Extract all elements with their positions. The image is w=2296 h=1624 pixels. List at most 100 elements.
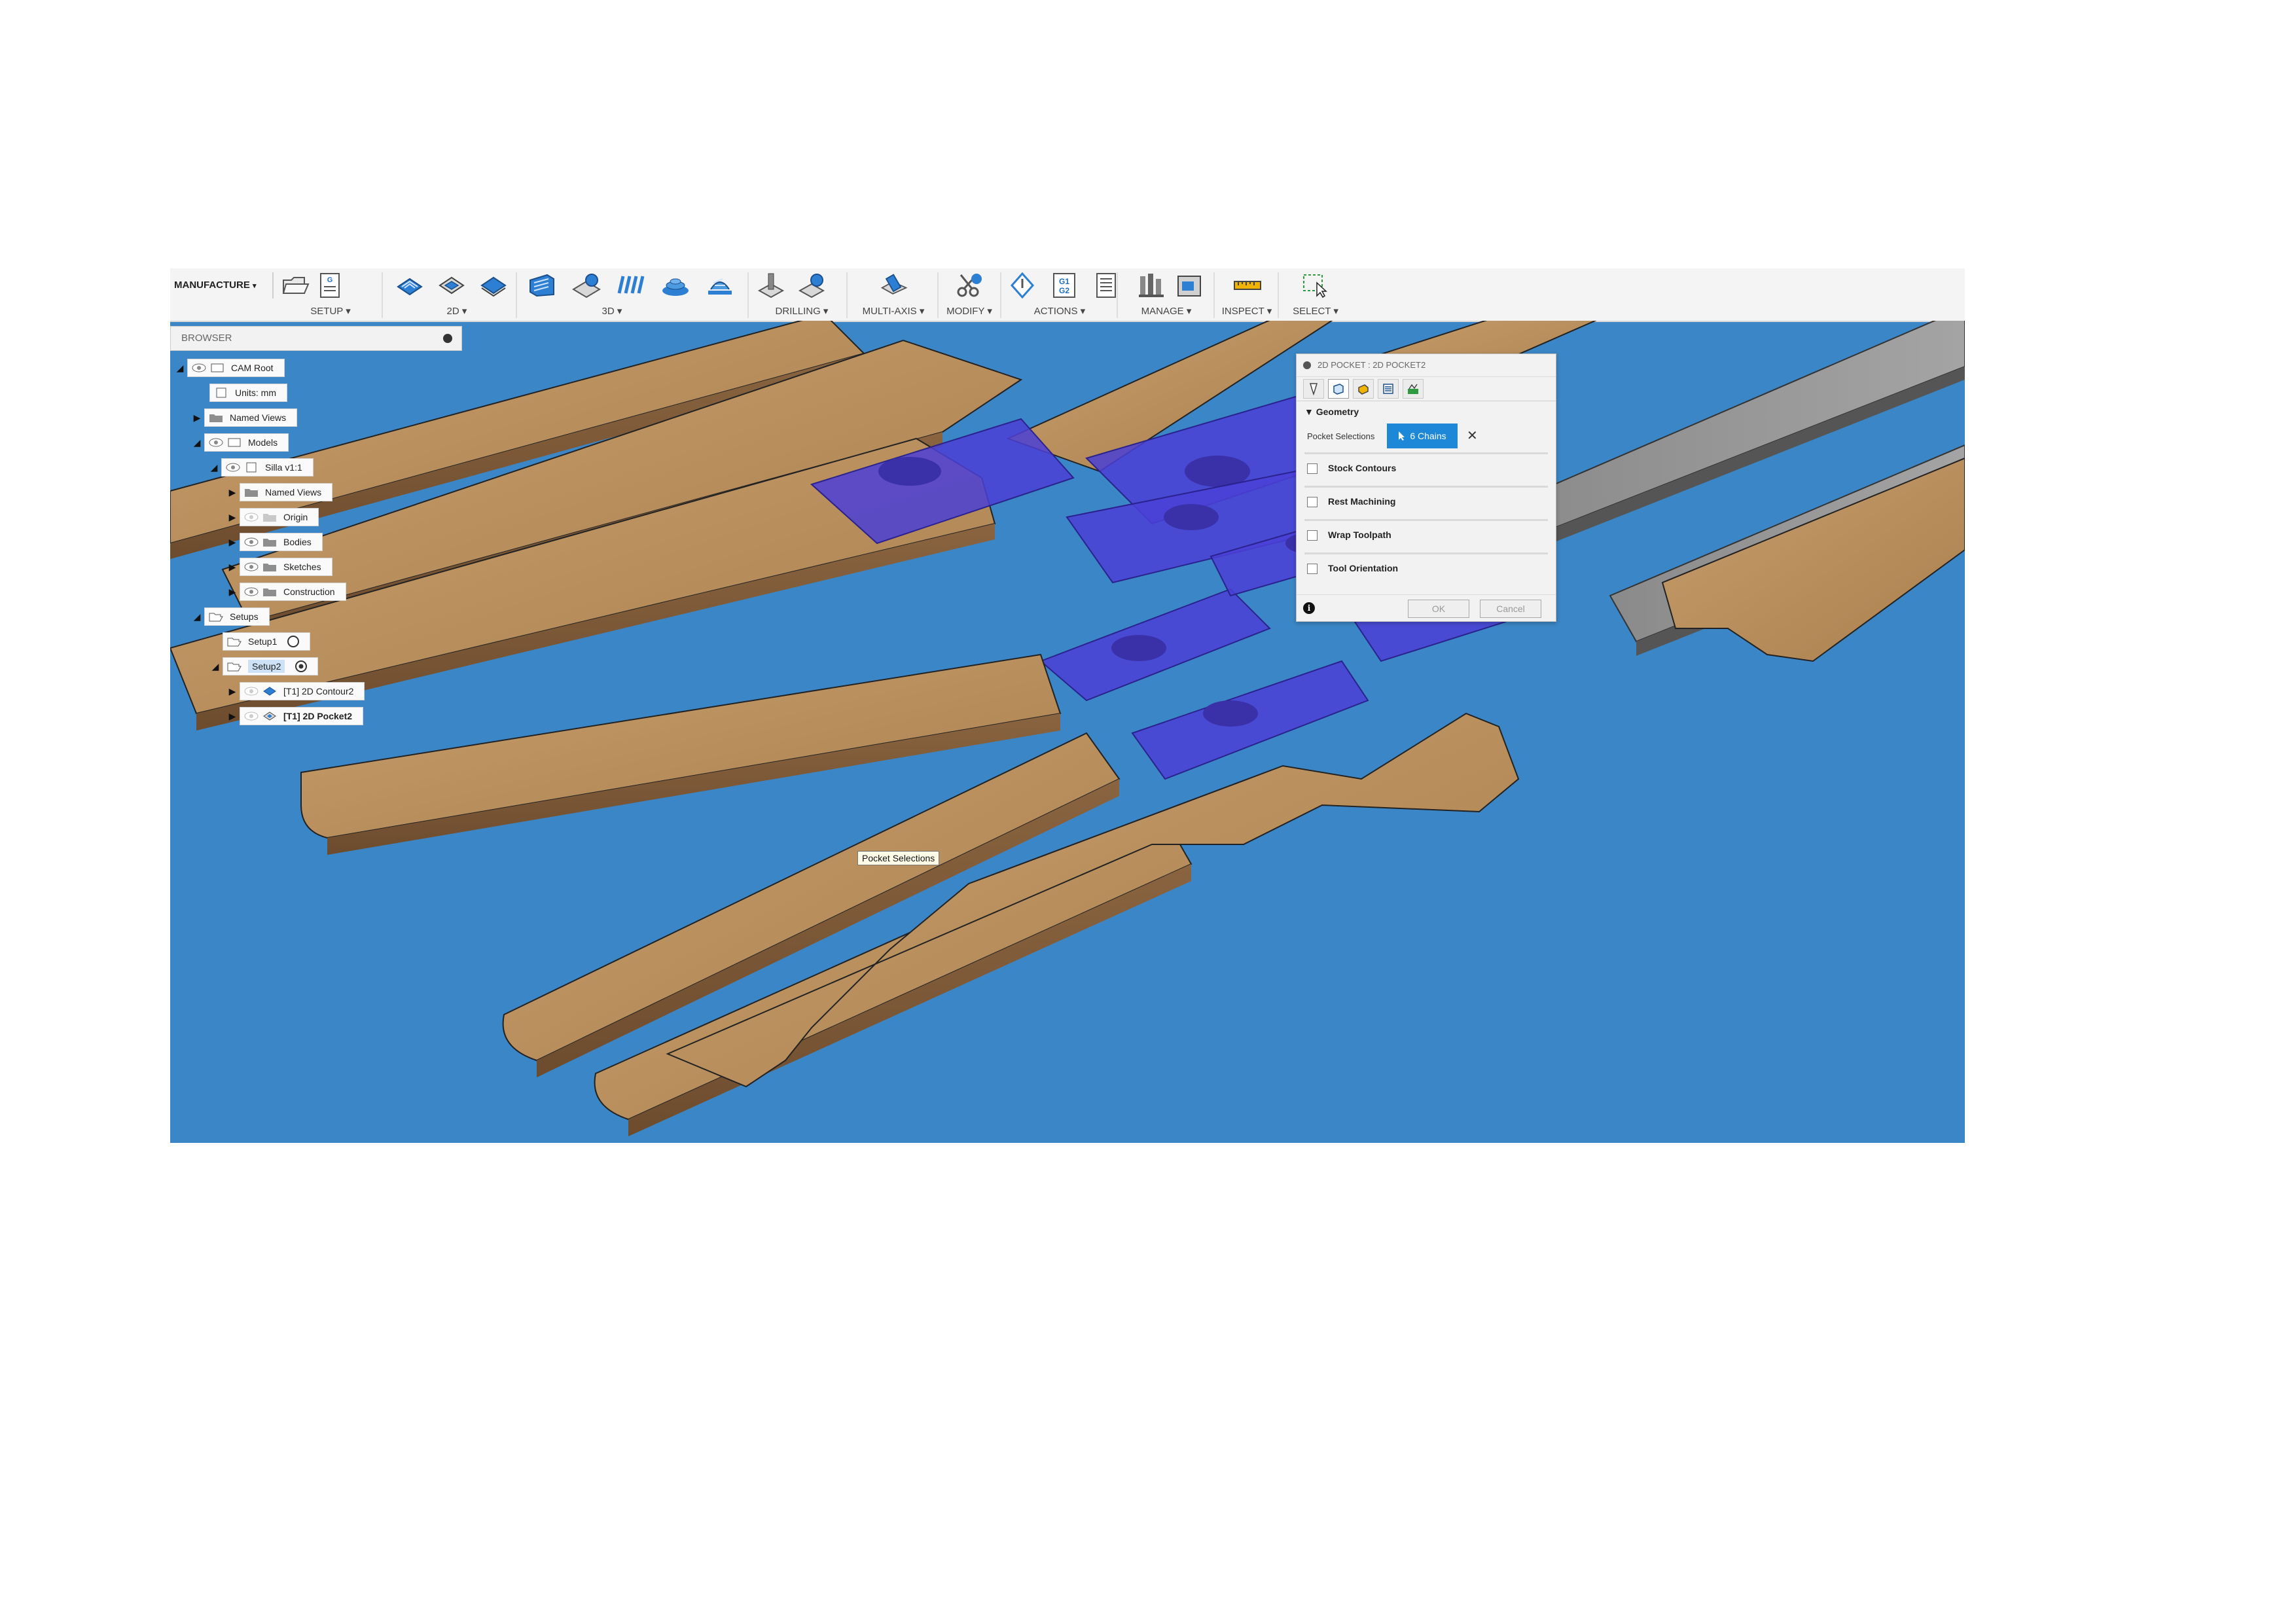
rest-machining-checkbox[interactable] xyxy=(1307,497,1318,507)
manage-group[interactable]: MANAGE ▾ xyxy=(1121,268,1212,321)
tree-node-origin[interactable]: ▶ Origin xyxy=(225,508,319,526)
tree-node-bodies[interactable]: ▶ Bodies xyxy=(225,533,323,551)
3d-group[interactable]: 3D ▾ xyxy=(521,268,763,321)
tree-node-units[interactable]: Units: mm xyxy=(209,384,287,402)
expand-arrow-icon[interactable]: ▶ xyxy=(225,707,240,725)
inspect-group[interactable]: INSPECT ▾ xyxy=(1217,268,1276,321)
tab-linking[interactable] xyxy=(1403,379,1424,399)
eye-icon[interactable] xyxy=(244,562,259,571)
collapse-arrow-icon[interactable]: ◢ xyxy=(190,433,204,452)
expand-arrow-icon[interactable]: ▶ xyxy=(190,408,204,427)
tree-node-named-views[interactable]: ▶ Named Views xyxy=(190,408,298,427)
pocket-selection-region[interactable] xyxy=(1131,660,1369,780)
contour-icon[interactable] xyxy=(661,271,690,300)
expand-arrow-icon[interactable]: ▶ xyxy=(225,583,240,601)
nc-program-icon[interactable]: G xyxy=(315,271,344,300)
collapse-arrow-icon[interactable]: ◢ xyxy=(208,657,223,676)
multi-axis-group[interactable]: MULTI-AXIS ▾ xyxy=(851,268,936,321)
multi-axis-icon[interactable] xyxy=(880,271,908,300)
window-select-icon[interactable] xyxy=(1301,271,1330,300)
dialog-title-bar[interactable]: 2D POCKET : 2D POCKET2 xyxy=(1297,354,1556,377)
drilling-group[interactable]: DRILLING ▾ xyxy=(753,268,851,321)
tree-node-pocket2[interactable]: ▶ [T1] 2D Pocket2 xyxy=(225,707,364,725)
active-setup-icon[interactable] xyxy=(294,659,308,674)
wrap-toolpath-checkbox[interactable] xyxy=(1307,530,1318,541)
tree-node-setup2[interactable]: ◢ Setup2 xyxy=(208,657,319,676)
geometry-section-header[interactable]: ▼ Geometry xyxy=(1297,401,1556,422)
inactive-radio-icon[interactable] xyxy=(286,634,300,649)
eye-hidden-icon[interactable] xyxy=(244,712,259,721)
expand-arrow-icon[interactable]: ▶ xyxy=(225,508,240,526)
adaptive-clearing-icon[interactable] xyxy=(528,271,556,300)
parallel-icon[interactable] xyxy=(617,271,645,300)
simulate-icon[interactable] xyxy=(1008,271,1037,300)
tab-passes[interactable] xyxy=(1378,379,1399,399)
2d-adaptive-icon[interactable] xyxy=(395,271,424,300)
eye-hidden-icon[interactable] xyxy=(244,687,259,696)
face-icon[interactable] xyxy=(479,271,508,300)
collapse-arrow-icon[interactable]: ◢ xyxy=(173,359,187,377)
expand-arrow-icon[interactable]: ▶ xyxy=(225,533,240,551)
collapse-arrow-icon[interactable]: ◢ xyxy=(207,458,221,477)
tree-node-contour2[interactable]: ▶ [T1] 2D Contour2 xyxy=(225,682,365,700)
scallop-icon[interactable] xyxy=(706,271,734,300)
eye-hidden-icon[interactable] xyxy=(244,513,259,522)
expand-arrow-icon[interactable]: ▶ xyxy=(225,483,240,501)
scissors-icon[interactable] xyxy=(954,271,983,300)
setup-folder-icon[interactable] xyxy=(281,271,310,300)
rest-machining-section[interactable]: Rest Machining xyxy=(1304,486,1548,519)
tree-node-silla[interactable]: ◢ Silla v1:1 xyxy=(207,458,314,477)
collapse-arrow-icon[interactable]: ◢ xyxy=(190,607,204,626)
info-icon[interactable]: i xyxy=(1303,602,1315,614)
eye-icon[interactable] xyxy=(209,438,223,447)
tree-node-construction[interactable]: ▶ Construction xyxy=(225,583,346,601)
tab-heights[interactable] xyxy=(1353,379,1374,399)
eye-icon[interactable] xyxy=(244,587,259,596)
tree-node-label: Models xyxy=(248,437,278,448)
dialog-collapse-icon[interactable] xyxy=(1303,361,1311,369)
2d-pocket-dialog: 2D POCKET : 2D POCKET2 ▼ Geometry Pocket… xyxy=(1296,353,1556,622)
stock-contours-section[interactable]: Stock Contours xyxy=(1304,452,1548,486)
setup-group[interactable]: G SETUP ▾ xyxy=(281,268,380,321)
actions-group[interactable]: G1 G2 ACTIONS ▾ xyxy=(1004,268,1116,321)
drill-icon[interactable] xyxy=(757,271,785,300)
eye-icon[interactable] xyxy=(244,537,259,547)
machine-library-icon[interactable] xyxy=(1175,271,1204,300)
model-canvas[interactable] xyxy=(170,321,1965,1143)
pin-icon[interactable] xyxy=(443,334,452,343)
hole-recognition-icon[interactable] xyxy=(797,271,826,300)
modify-group[interactable]: MODIFY ▾ xyxy=(940,268,999,321)
tree-node-cam-root[interactable]: ◢ CAM Root xyxy=(173,359,285,377)
2d-pocket-icon[interactable] xyxy=(437,271,466,300)
stock-contours-checkbox[interactable] xyxy=(1307,463,1318,474)
measure-icon[interactable] xyxy=(1233,271,1262,300)
cancel-button[interactable]: Cancel xyxy=(1480,600,1541,618)
browser-header: BROWSER xyxy=(170,326,462,351)
tree-node-sketches[interactable]: ▶ Sketches xyxy=(225,558,332,576)
tree-node-models[interactable]: ◢ Models xyxy=(190,433,289,452)
wrap-toolpath-section[interactable]: Wrap Toolpath xyxy=(1304,519,1548,552)
tab-tool[interactable] xyxy=(1303,379,1324,399)
tool-orientation-section[interactable]: Tool Orientation xyxy=(1304,552,1548,586)
tab-geometry[interactable] xyxy=(1328,379,1349,399)
eye-icon[interactable] xyxy=(226,463,240,472)
graphics-viewport[interactable] xyxy=(170,321,1965,1143)
clear-selection-icon[interactable]: ✕ xyxy=(1467,427,1478,444)
pocket-selection-region[interactable] xyxy=(1039,588,1271,702)
expand-arrow-icon[interactable]: ▶ xyxy=(225,558,240,576)
workspace-dropdown[interactable]: MANUFACTURE ▾ xyxy=(174,272,274,298)
chevron-down-icon: ▾ xyxy=(919,306,925,317)
tree-node-setups[interactable]: ◢ Setups xyxy=(190,607,270,626)
pocket-clearing-icon[interactable] xyxy=(572,271,601,300)
ok-button[interactable]: OK xyxy=(1408,600,1469,618)
tool-library-icon[interactable] xyxy=(1138,271,1166,300)
tree-node-setup1[interactable]: Setup1 xyxy=(223,632,311,651)
tooltip: Pocket Selections xyxy=(857,851,940,865)
tool-orientation-checkbox[interactable] xyxy=(1307,564,1318,574)
expand-arrow-icon[interactable]: ▶ xyxy=(225,682,240,700)
eye-icon[interactable] xyxy=(192,363,206,372)
tree-node-named-views-sub[interactable]: ▶ Named Views xyxy=(225,483,333,501)
select-group[interactable]: SELECT ▾ xyxy=(1283,268,1348,321)
post-process-icon[interactable]: G1 G2 xyxy=(1050,271,1079,300)
pocket-selections-button[interactable]: 6 Chains xyxy=(1387,424,1458,448)
